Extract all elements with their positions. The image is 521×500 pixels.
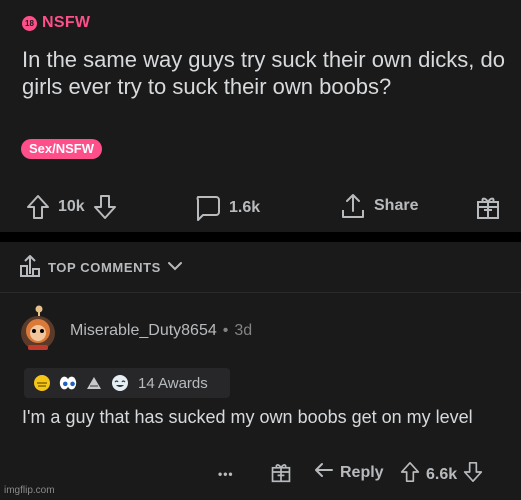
award-button[interactable]: [475, 194, 501, 220]
gift-icon: [475, 194, 501, 220]
upvote-icon[interactable]: [26, 194, 50, 220]
comment-body: I'm a guy that has sucked my own boobs g…: [22, 407, 473, 427]
post-flair[interactable]: Sex/NSFW: [21, 139, 103, 159]
upvote-icon[interactable]: [400, 461, 420, 488]
watermark: imgflip.com: [4, 485, 55, 496]
eyes-award-icon: [58, 374, 78, 392]
chevron-down-icon: [167, 259, 183, 277]
nsfw-18-icon: 18: [22, 15, 37, 31]
more-icon: •••: [218, 467, 234, 481]
comment-author[interactable]: Miserable_Duty8654: [70, 322, 217, 340]
comments-sort-bar: TOP COMMENTS: [0, 242, 521, 292]
nsfw-label: NSFW: [42, 14, 91, 31]
comment-meta: Miserable_Duty8654 • 3d: [70, 322, 252, 340]
more-options-button[interactable]: •••: [218, 467, 234, 481]
reply-icon: [314, 461, 334, 484]
upvote-count: 10k: [58, 198, 85, 215]
laughing-award-icon: [110, 374, 130, 392]
post-card: 18 NSFW In the same way guys try suck th…: [0, 0, 521, 232]
sort-dropdown[interactable]: TOP COMMENTS: [18, 252, 183, 283]
comment-count: 1.6k: [229, 199, 261, 216]
reply-label: Reply: [340, 463, 384, 481]
comment-actions: ••• Reply 6.6k: [0, 461, 521, 491]
awards-count: 14 Awards: [138, 374, 208, 392]
comment: Miserable_Duty8654 • 3d 14 Awards I'm a …: [0, 292, 521, 500]
comment-vote-group: 6.6k: [400, 461, 483, 488]
share-button[interactable]: Share: [340, 192, 418, 220]
sort-label: TOP COMMENTS: [48, 260, 161, 275]
avatar[interactable]: [17, 303, 59, 351]
comment-age: 3d: [234, 322, 253, 339]
vote-group: 10k: [26, 194, 117, 220]
comments-button[interactable]: 1.6k: [193, 194, 260, 222]
share-label: Share: [374, 197, 419, 214]
helpful-award-icon: [32, 374, 52, 392]
awards-bar[interactable]: 14 Awards: [24, 368, 230, 398]
downvote-icon[interactable]: [463, 461, 483, 488]
gift-icon: [270, 461, 292, 488]
comment-score: 6.6k: [426, 465, 458, 483]
post-actions: 10k 1.6k Share: [0, 188, 521, 228]
nsfw-tag: 18 NSFW: [22, 14, 90, 32]
share-icon: [340, 192, 366, 220]
downvote-icon[interactable]: [93, 194, 117, 220]
section-divider: [0, 232, 521, 242]
meta-separator: •: [222, 322, 229, 339]
comment-award-button[interactable]: [270, 461, 292, 488]
hands-award-icon: [84, 374, 104, 392]
reply-button[interactable]: Reply: [314, 461, 384, 484]
comment-icon: [193, 194, 221, 222]
sort-icon: [18, 252, 42, 283]
post-title[interactable]: In the same way guys try suck their own …: [22, 46, 507, 100]
